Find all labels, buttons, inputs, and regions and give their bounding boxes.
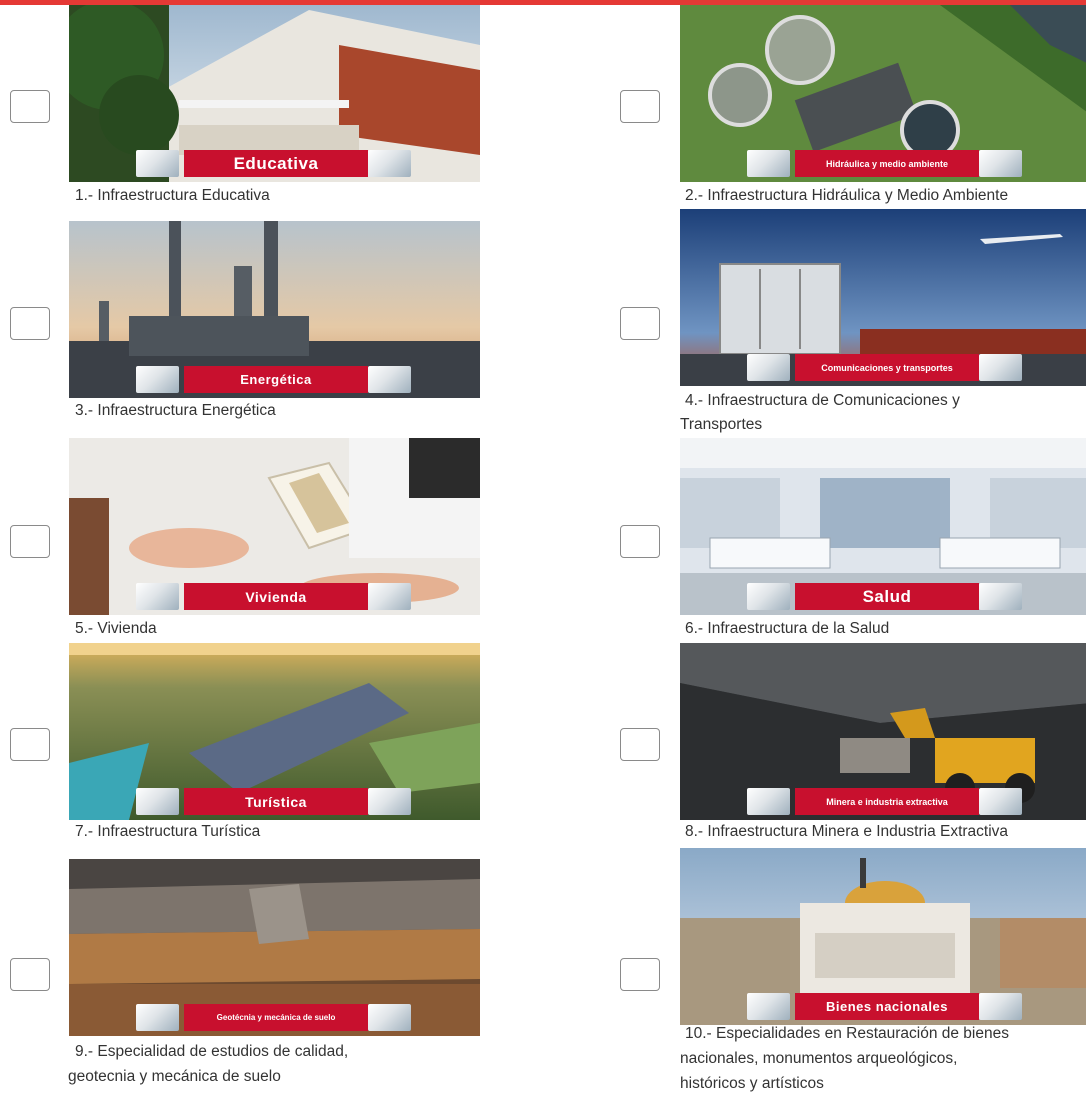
category-badge: Energética [184,366,368,393]
badge-chip-right [368,1004,411,1031]
category-badge: Comunicaciones y transportes [795,354,979,381]
caption-bienes-line2: nacionales, monumentos arqueológicos, [680,1050,958,1067]
checkbox-salud[interactable] [620,525,660,558]
badge-chip-right [368,150,411,177]
image-minera: Minera e industria extractiva [680,643,1086,820]
checkbox-turistica[interactable] [10,728,50,761]
caption-comunicaciones-line1: 4.- Infraestructura de Comunicaciones y [685,392,960,409]
checkbox-educativa[interactable] [10,90,50,123]
category-badge: Bienes nacionales [795,993,979,1020]
badge-chip-right [979,583,1022,610]
caption-hidraulica: 2.- Infraestructura Hidráulica y Medio A… [685,187,1009,204]
badge-chip-left [747,583,790,610]
badge-chip-left [747,788,790,815]
caption-vivienda: 5.- Vivienda [75,620,157,637]
checkbox-energetica[interactable] [10,307,50,340]
checkbox-bienes-nacionales[interactable] [620,958,660,991]
category-badge: Educativa [184,150,368,177]
badge-chip-left [747,993,790,1020]
category-badge: Hidráulica y medio ambiente [795,150,979,177]
category-badge: Minera e industria extractiva [795,788,979,815]
checkbox-comunicaciones[interactable] [620,307,660,340]
caption-salud: 6.- Infraestructura de la Salud [685,620,890,637]
category-badge: Salud [795,583,979,610]
category-badge: Geotécnia y mecánica de suelo [184,1004,368,1031]
checkbox-vivienda[interactable] [10,525,50,558]
caption-geotecnia-line1: 9.- Especialidad de estudios de calidad, [75,1043,349,1060]
badge-chip-right [979,150,1022,177]
badge-chip-left [747,354,790,381]
caption-geotecnia-line2: geotecnia y mecánica de suelo [68,1068,281,1085]
caption-minera: 8.- Infraestructura Minera e Industria E… [685,823,1009,840]
image-salud: Salud [680,438,1086,615]
image-energetica: Energética [69,221,480,398]
image-bienes-nacionales: Bienes nacionales [680,848,1086,1025]
image-geotecnia: Geotécnia y mecánica de suelo [69,859,480,1036]
image-educativa: Educativa [69,5,480,182]
badge-chip-right [368,788,411,815]
checkbox-hidraulica[interactable] [620,90,660,123]
badge-chip-right [979,993,1022,1020]
badge-chip-left [747,150,790,177]
badge-chip-left [136,583,179,610]
caption-bienes-line1: 10.- Especialidades en Restauración de b… [685,1025,1009,1042]
badge-chip-left [136,150,179,177]
badge-chip-left [136,788,179,815]
badge-chip-left [136,1004,179,1031]
image-hidraulica: Hidráulica y medio ambiente [680,5,1086,182]
caption-turistica: 7.- Infraestructura Turística [75,823,261,840]
badge-chip-right [368,366,411,393]
caption-bienes-line3: históricos y artísticos [680,1075,824,1092]
badge-chip-left [136,366,179,393]
checkbox-geotecnia[interactable] [10,958,50,991]
image-comunicaciones: Comunicaciones y transportes [680,209,1086,386]
badge-chip-right [979,354,1022,381]
badge-chip-right [979,788,1022,815]
category-badge: Vivienda [184,583,368,610]
caption-comunicaciones-line2: Transportes [680,416,763,433]
badge-chip-right [368,583,411,610]
image-turistica: Turística [69,643,480,820]
caption-educativa: 1.- Infraestructura Educativa [75,187,270,204]
category-badge: Turística [184,788,368,815]
caption-energetica: 3.- Infraestructura Energética [75,402,276,419]
image-vivienda: Vivienda [69,438,480,615]
checkbox-minera[interactable] [620,728,660,761]
